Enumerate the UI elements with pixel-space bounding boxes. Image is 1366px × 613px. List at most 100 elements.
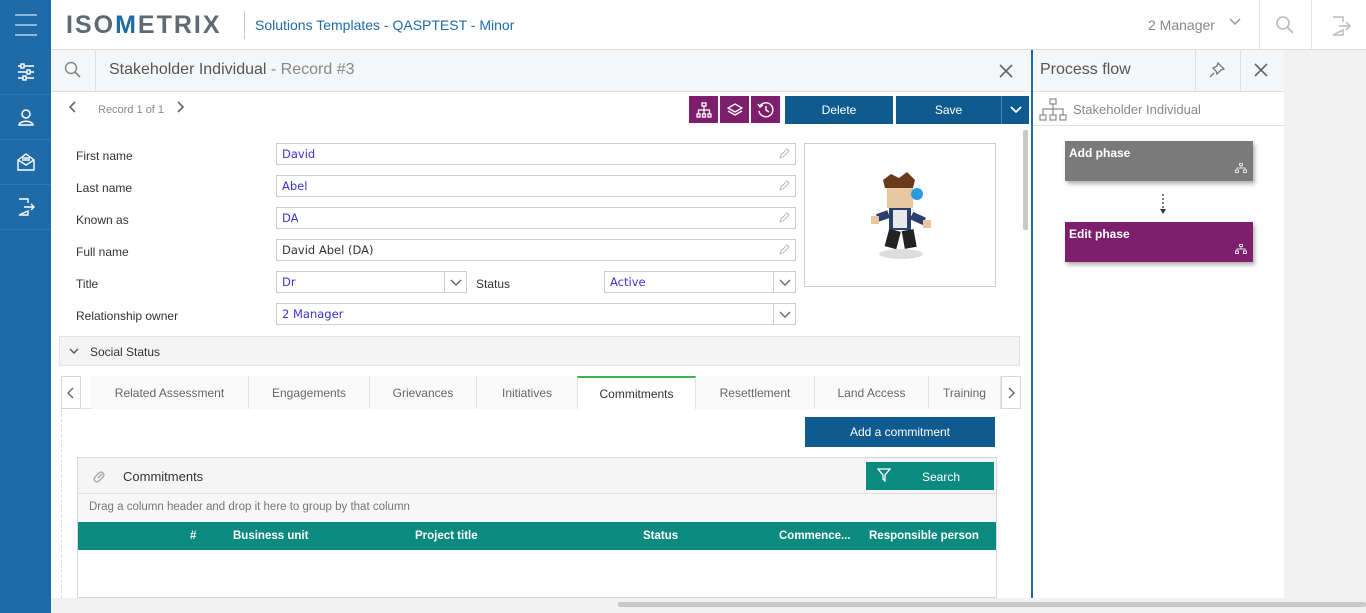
social-status-section[interactable]: Social Status: [59, 336, 1020, 366]
rail-mail[interactable]: [0, 140, 51, 185]
tab-engagements[interactable]: Engagements: [249, 376, 370, 409]
divider: [95, 50, 96, 92]
close-icon[interactable]: [999, 61, 1013, 84]
tab-scroll-left-icon[interactable]: [61, 376, 81, 409]
tab-related-assessment[interactable]: Related Assessment: [91, 376, 249, 409]
phase-label: Edit phase: [1069, 227, 1130, 241]
pencil-icon: [778, 212, 790, 227]
logout-icon[interactable]: [1330, 15, 1352, 42]
rail-filters[interactable]: [0, 50, 51, 95]
first-name-value: David: [282, 147, 316, 161]
save-options-button[interactable]: [1001, 96, 1029, 124]
top-bar: ISOMETRIX Solutions Templates - QASPTEST…: [0, 0, 1366, 50]
chevron-down-icon: [1009, 106, 1022, 114]
hierarchy-icon: [1039, 98, 1067, 127]
first-name-label: First name: [76, 149, 133, 163]
relationship-owner-label: Relationship owner: [76, 309, 179, 323]
full-name-value: David Abel (DA): [282, 243, 374, 257]
relationship-owner-select[interactable]: 2 Manager: [276, 303, 796, 325]
process-flow-entity-row: Stakeholder Individual: [1033, 92, 1284, 126]
hierarchy-icon: [1235, 162, 1247, 176]
hierarchy-icon: [695, 101, 712, 118]
chevron-down-icon[interactable]: [1228, 15, 1242, 34]
title-select[interactable]: Dr: [276, 271, 467, 293]
search-icon[interactable]: [1275, 15, 1295, 40]
phase-add[interactable]: Add phase: [1065, 141, 1253, 181]
full-name-label: Full name: [76, 245, 129, 259]
tab-training[interactable]: Training: [929, 376, 1001, 409]
record-panel: Stakeholder Individual - Record #3 Recor…: [51, 50, 1031, 598]
title-label: Title: [76, 277, 99, 291]
grid-column-headers: # Business unit Project title Status Com…: [78, 522, 996, 550]
known-as-label: Known as: [76, 213, 129, 227]
filter-icon: [876, 468, 892, 485]
next-record-icon[interactable]: [175, 100, 185, 117]
rail-profile[interactable]: [0, 95, 51, 140]
history-icon: [756, 101, 774, 117]
logout-icon: [18, 198, 35, 216]
last-name-label: Last name: [76, 181, 133, 195]
divider: [1240, 50, 1241, 92]
process-flow-entity: Stakeholder Individual: [1073, 102, 1201, 117]
status-value: Active: [610, 275, 646, 289]
prev-record-icon[interactable]: [68, 100, 78, 117]
logo-divider: [244, 11, 245, 39]
layers-icon: [726, 102, 743, 116]
rail-exit[interactable]: [0, 185, 51, 230]
tab-bar: Related Assessment Engagements Grievance…: [61, 376, 1021, 409]
first-name-field[interactable]: David: [276, 143, 796, 165]
grid-search-button[interactable]: Search: [866, 462, 994, 490]
chevron-down-icon[interactable]: [773, 304, 795, 324]
phase-label: Add phase: [1069, 146, 1131, 160]
layers-button[interactable]: [720, 96, 749, 123]
grid-header: Commitments Search: [78, 458, 996, 494]
left-rail: [0, 50, 51, 613]
logo: ISOMETRIX: [66, 11, 222, 39]
chevron-down-icon[interactable]: [773, 272, 795, 292]
process-flow-header: Process flow: [1033, 50, 1284, 92]
phase-edit[interactable]: Edit phase: [1065, 222, 1253, 262]
column-number[interactable]: #: [190, 530, 196, 542]
envelope-icon: [16, 153, 35, 171]
profile-photo[interactable]: [804, 143, 996, 287]
chevron-down-icon: [68, 345, 80, 360]
user-menu-label[interactable]: 2 Manager: [1148, 17, 1215, 33]
tab-scroll-right-icon[interactable]: [1001, 376, 1021, 409]
last-name-field[interactable]: Abel: [276, 175, 796, 197]
search-icon[interactable]: [64, 61, 82, 84]
tab-resettlement[interactable]: Resettlement: [696, 376, 815, 409]
horizontal-scrollbar[interactable]: [618, 602, 1366, 607]
column-project-title[interactable]: Project title: [415, 530, 478, 542]
delete-button[interactable]: Delete: [785, 96, 893, 124]
add-commitment-button[interactable]: Add a commitment: [805, 417, 995, 447]
menu-button[interactable]: [0, 0, 51, 50]
tab-commitments[interactable]: Commitments: [577, 376, 696, 409]
chevron-down-icon[interactable]: [444, 272, 466, 292]
column-commence[interactable]: Commence...: [779, 530, 851, 542]
known-as-field[interactable]: DA: [276, 207, 796, 229]
vertical-scrollbar[interactable]: [1023, 130, 1028, 230]
tab-grievances[interactable]: Grievances: [370, 376, 477, 409]
save-button[interactable]: Save: [896, 96, 1001, 124]
group-drop-zone[interactable]: Drag a column header and drop it here to…: [78, 494, 996, 522]
history-button[interactable]: [751, 96, 780, 123]
title-value: Dr: [282, 275, 296, 289]
column-status[interactable]: Status: [643, 530, 678, 542]
status-label: Status: [476, 277, 511, 291]
tab-initiatives[interactable]: Initiatives: [477, 376, 578, 409]
pin-icon[interactable]: [1209, 61, 1226, 83]
column-business-unit[interactable]: Business unit: [233, 530, 308, 542]
sliders-icon: [17, 63, 34, 81]
known-as-value: DA: [282, 211, 299, 225]
process-flow-panel: Process flow Stakeholder Individual Add …: [1031, 50, 1284, 598]
column-responsible-person[interactable]: Responsible person: [869, 530, 979, 542]
divider: [1195, 50, 1196, 92]
close-icon[interactable]: [1254, 63, 1268, 82]
divider: [1259, 0, 1260, 50]
hierarchy-icon: [1235, 243, 1247, 257]
status-select[interactable]: Active: [604, 271, 796, 293]
process-flow-button[interactable]: [689, 96, 718, 123]
avatar-image: [871, 172, 931, 259]
full-name-field[interactable]: David Abel (DA): [276, 239, 796, 261]
tab-land-access[interactable]: Land Access: [815, 376, 929, 409]
